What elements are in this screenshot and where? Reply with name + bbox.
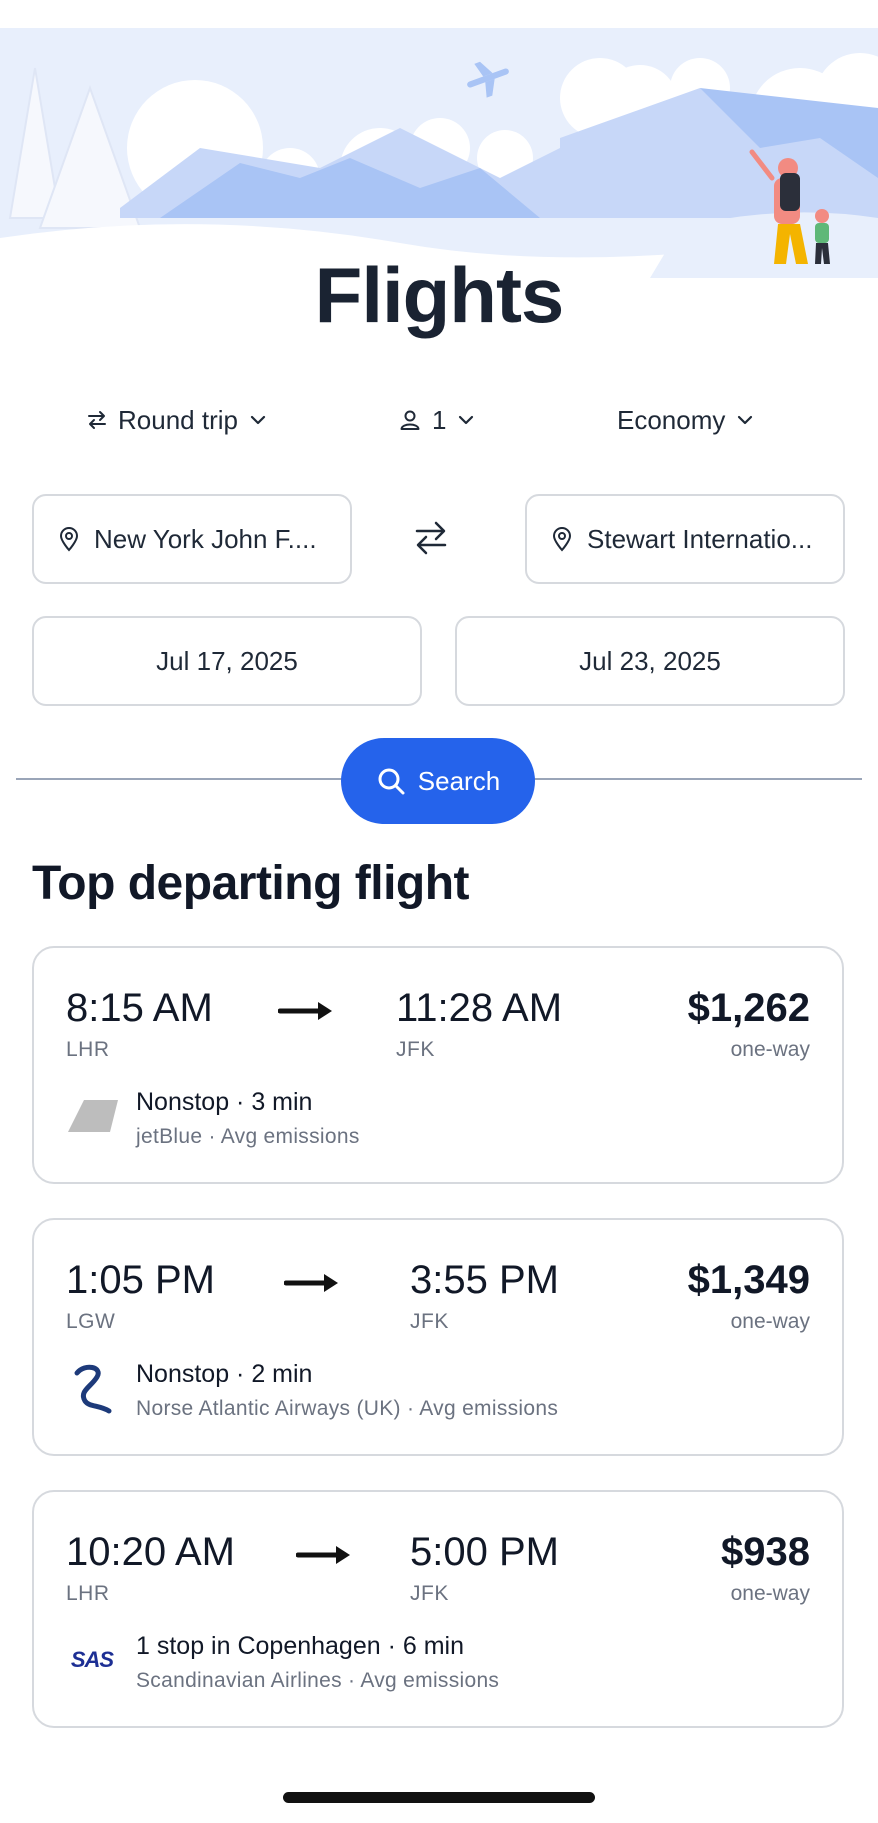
- stops-info: Nonstop · 2 min: [136, 1360, 313, 1388]
- arrive-time: 3:55 PM: [410, 1258, 559, 1302]
- depart-time: 1:05 PM: [66, 1258, 215, 1302]
- location-pin-icon: [58, 526, 80, 552]
- airline-details: Scandinavian Airlines · Avg emissions: [136, 1669, 500, 1692]
- depart-airport: LHR: [66, 1038, 110, 1061]
- arrive-airport: JFK: [396, 1038, 435, 1061]
- depart-date-field[interactable]: Jul 17, 2025: [32, 616, 422, 706]
- price: $1,349: [687, 1258, 810, 1302]
- chevron-down-icon: [459, 415, 474, 425]
- price: $1,262: [687, 986, 810, 1030]
- page-title: Flights: [314, 251, 565, 339]
- depart-time: 10:20 AM: [66, 1530, 236, 1574]
- search-button[interactable]: Search: [341, 738, 535, 824]
- home-indicator: [283, 1792, 595, 1803]
- mountains-illustration: [0, 28, 878, 278]
- trip-type-label: Round trip: [118, 404, 238, 435]
- arrive-airport: JFK: [410, 1582, 449, 1605]
- search-icon: [378, 768, 405, 795]
- sas-logo-icon: SAS: [70, 1647, 114, 1672]
- flight-card[interactable]: 8:15 AM LHR 11:28 AM JFK $1,262 one-way …: [32, 946, 844, 1184]
- swap-arrows-icon: [88, 411, 106, 429]
- price-note: one-way: [730, 1582, 810, 1605]
- stops-info: 1 stop in Copenhagen · 6 min: [136, 1632, 464, 1660]
- section-heading: Top departing flight: [32, 857, 470, 910]
- return-date-field[interactable]: Jul 23, 2025: [455, 616, 845, 706]
- location-pin-icon: [551, 526, 573, 552]
- depart-date-value: Jul 17, 2025: [156, 645, 298, 676]
- arrow-right-icon: [284, 1274, 338, 1292]
- airline-details: jetBlue · Avg emissions: [136, 1125, 360, 1148]
- cabin-class-label: Economy: [617, 404, 726, 435]
- stops-info: Nonstop · 3 min: [136, 1088, 313, 1116]
- flight-card[interactable]: 1:05 PM LGW 3:55 PM JFK $1,349 one-way N…: [32, 1218, 844, 1456]
- return-date-value: Jul 23, 2025: [579, 645, 721, 676]
- destination-value: Stewart Internatio...: [587, 523, 813, 554]
- swap-arrows-icon: [415, 521, 447, 555]
- arrive-time: 5:00 PM: [410, 1530, 559, 1574]
- price-note: one-way: [730, 1310, 810, 1333]
- passenger-count: 1: [432, 404, 447, 435]
- depart-time: 8:15 AM: [66, 986, 213, 1030]
- passengers-dropdown[interactable]: 1: [398, 398, 476, 442]
- depart-airport: LHR: [66, 1582, 110, 1605]
- arrive-airport: JFK: [410, 1310, 449, 1333]
- person-icon: [400, 410, 420, 430]
- origin-value: New York John F....: [94, 523, 317, 554]
- hero-illustration: [0, 28, 878, 278]
- depart-airport: LGW: [66, 1310, 116, 1333]
- jetblue-tail-icon: [66, 1090, 118, 1142]
- airline-details: Norse Atlantic Airways (UK) · Avg emissi…: [136, 1397, 559, 1420]
- norse-logo-icon: [66, 1362, 118, 1414]
- destination-field[interactable]: Stewart Internatio...: [525, 494, 845, 584]
- price: $938: [721, 1530, 810, 1574]
- search-button-label: Search: [417, 765, 501, 796]
- origin-field[interactable]: New York John F....: [32, 494, 352, 584]
- price-note: one-way: [730, 1038, 810, 1061]
- cabin-class-dropdown[interactable]: Economy: [617, 398, 755, 442]
- trip-type-dropdown[interactable]: Round trip: [86, 398, 268, 442]
- flight-card[interactable]: 10:20 AM LHR 5:00 PM JFK $938 one-way SA…: [32, 1490, 844, 1728]
- arrow-right-icon: [296, 1546, 350, 1564]
- arrive-time: 11:28 AM: [396, 986, 563, 1030]
- arrow-right-icon: [278, 1002, 332, 1020]
- chevron-down-icon: [250, 415, 266, 425]
- swap-locations-button[interactable]: [410, 515, 452, 561]
- chevron-down-icon: [738, 415, 753, 425]
